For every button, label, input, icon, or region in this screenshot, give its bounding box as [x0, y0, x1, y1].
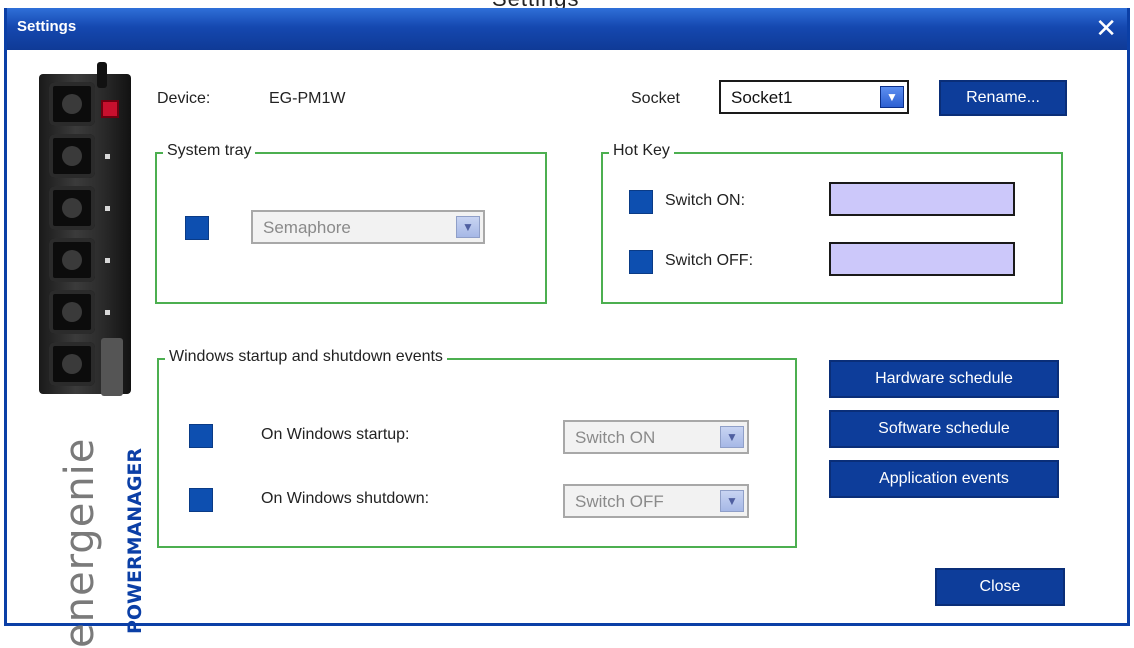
outlet-icon [49, 290, 95, 334]
product-name: POWERMANAGER [124, 447, 146, 635]
hot-key-group: Hot Key Switch ON: Switch OFF: [601, 142, 1063, 304]
switch-on-hotkey-field[interactable] [829, 182, 1015, 216]
device-value: EG-PM1W [269, 90, 346, 107]
close-icon[interactable]: ✕ [1095, 14, 1117, 42]
outlet-icon [49, 134, 95, 178]
outlet-icon [49, 82, 95, 126]
outlet-icon [49, 186, 95, 230]
hot-key-legend: Hot Key [609, 142, 674, 160]
windows-shutdown-label: On Windows shutdown: [261, 490, 430, 507]
logo-text: energenie [57, 437, 103, 648]
window-title: Settings [17, 18, 77, 35]
windows-shutdown-checkbox[interactable] [189, 488, 213, 512]
system-tray-checkbox[interactable] [185, 216, 209, 240]
chevron-down-icon[interactable]: ▼ [456, 216, 480, 238]
power-strip-image [39, 62, 131, 396]
switch-off-hotkey-label: Switch OFF: [665, 252, 754, 269]
socket-select[interactable]: Socket1 ▼ [719, 80, 909, 114]
switch-off-hotkey-field[interactable] [829, 242, 1015, 276]
switch-on-hotkey-label: Switch ON: [665, 192, 746, 209]
windows-startup-select-value: Switch ON [575, 428, 656, 447]
title-bar: Settings ✕ [7, 8, 1127, 50]
device-label: Device: [157, 90, 211, 107]
settings-window: Settings ✕ energenie POWERMANAGER Device… [4, 8, 1130, 648]
system-tray-select[interactable]: Semaphore ▼ [251, 210, 485, 244]
indicator-icon [105, 258, 110, 263]
windows-startup-label: On Windows startup: [261, 426, 410, 443]
windows-events-legend: Windows startup and shutdown events [165, 348, 447, 366]
outlet-icon [49, 238, 95, 282]
brand-panel: energenie POWERMANAGER [33, 62, 146, 648]
socket-select-value: Socket1 [731, 88, 793, 107]
switch-off-hotkey-checkbox[interactable] [629, 250, 653, 274]
power-cable [97, 62, 107, 88]
indicator-icon [105, 310, 110, 315]
windows-events-group: Windows startup and shutdown events On W… [157, 348, 797, 548]
windows-startup-select[interactable]: Switch ON ▼ [563, 420, 749, 454]
system-tray-legend: System tray [163, 142, 256, 160]
chevron-down-icon[interactable]: ▼ [720, 426, 744, 448]
system-tray-group: System tray Semaphore ▼ [155, 142, 547, 304]
indicator-icon [105, 206, 110, 211]
hardware-schedule-button[interactable]: Hardware schedule [829, 360, 1059, 398]
windows-startup-checkbox[interactable] [189, 424, 213, 448]
rename-button[interactable]: Rename... [939, 80, 1067, 116]
switch-on-hotkey-checkbox[interactable] [629, 190, 653, 214]
cropped-heading-text: Settings [492, 0, 580, 8]
power-switch-icon [101, 100, 119, 118]
application-events-button[interactable]: Application events [829, 460, 1059, 498]
outlet-icon [49, 342, 95, 386]
chevron-down-icon[interactable]: ▼ [720, 490, 744, 512]
windows-shutdown-select-value: Switch OFF [575, 492, 664, 511]
system-tray-select-value: Semaphore [263, 218, 351, 237]
software-schedule-button[interactable]: Software schedule [829, 410, 1059, 448]
windows-shutdown-select[interactable]: Switch OFF ▼ [563, 484, 749, 518]
cropped-heading: Settings [0, 0, 1134, 8]
socket-label: Socket [631, 90, 680, 107]
chevron-down-icon[interactable]: ▼ [880, 86, 904, 108]
brand-tag [101, 338, 123, 396]
indicator-icon [105, 154, 110, 159]
close-button[interactable]: Close [935, 568, 1065, 606]
